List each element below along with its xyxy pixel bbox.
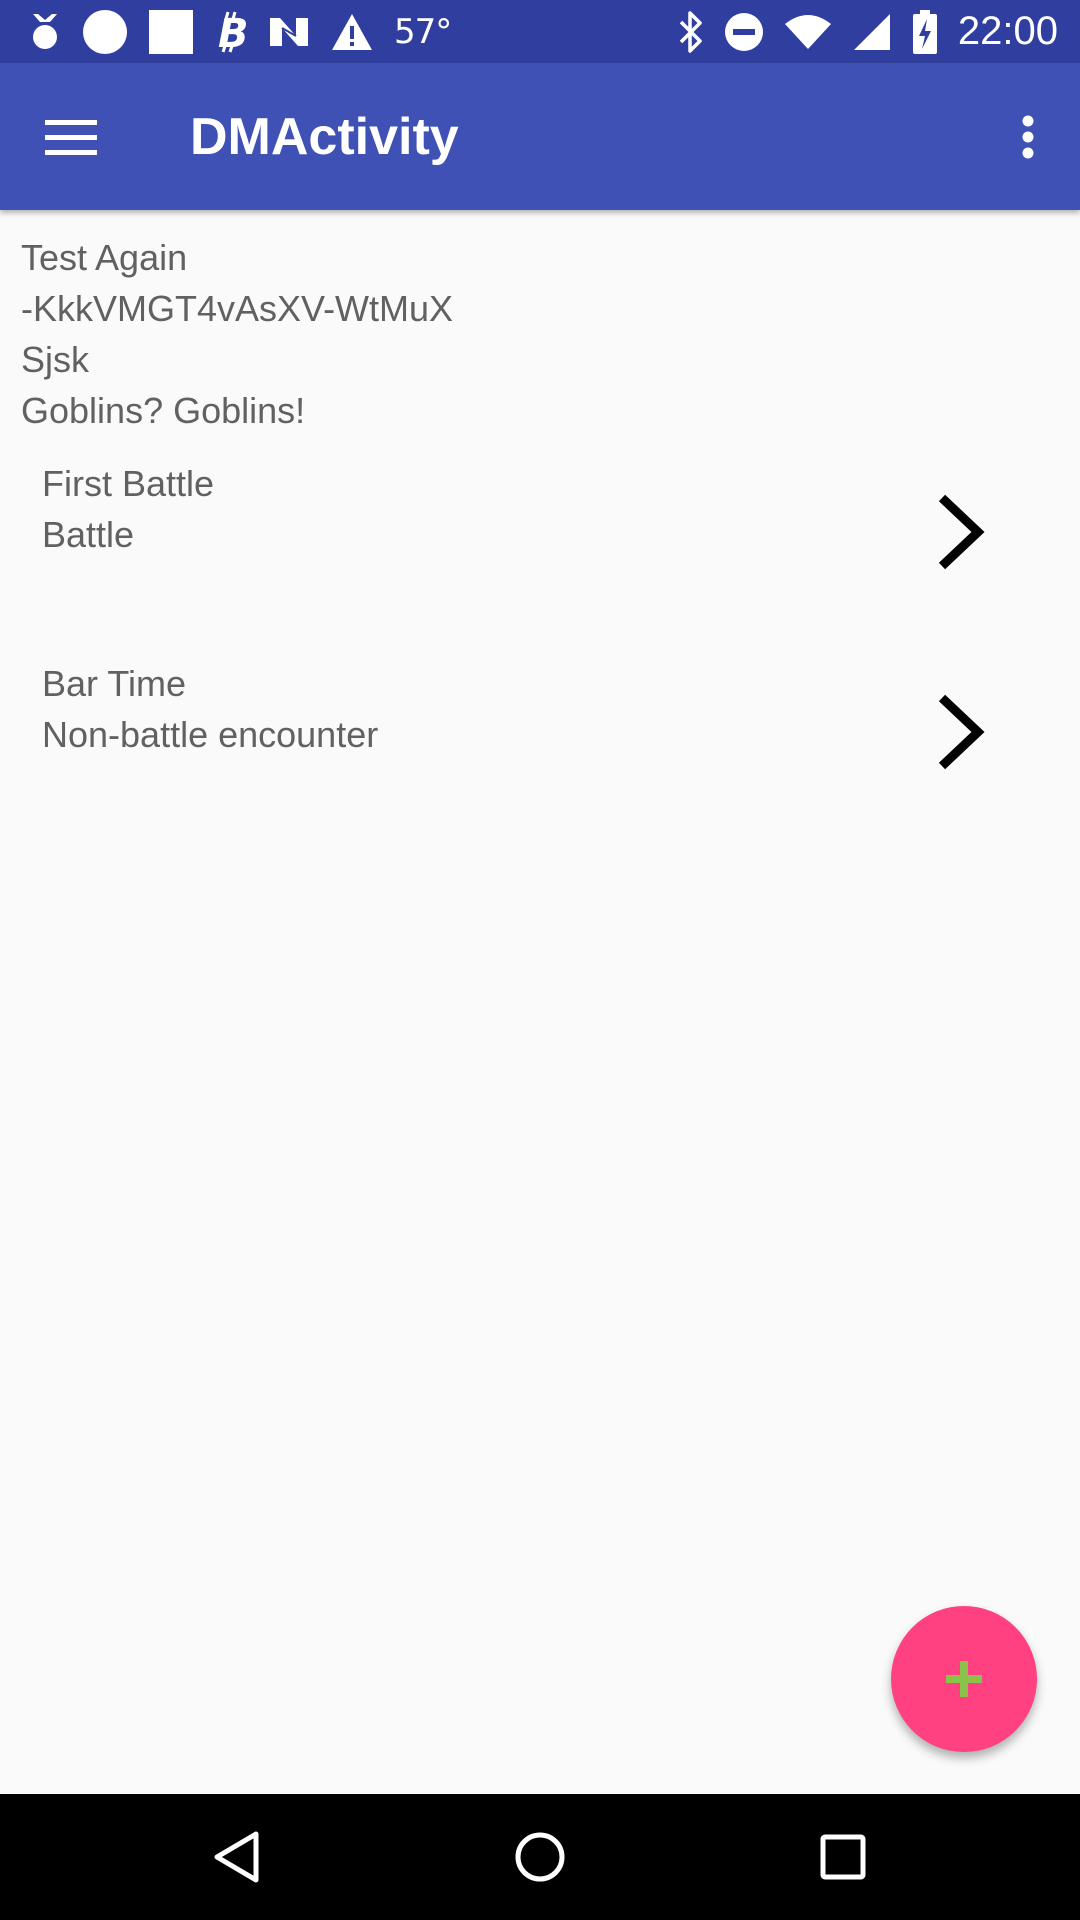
add-encounter-fab[interactable] [891,1606,1037,1752]
encounter-text: First Battle Battle [42,458,214,560]
temperature-text: 57° [394,11,452,52]
encounter-name: First Battle [42,463,215,504]
medal-icon [28,0,62,63]
campaign-name: Test Again [21,237,188,278]
app-bar: DMActivity [0,63,1080,210]
plus-icon [946,1661,982,1697]
status-right-icons: 22:00 [678,0,1058,63]
n-logo-icon [268,0,310,63]
chevron-right-icon[interactable] [925,482,995,582]
encounter-text: Bar Time Non-battle encounter [42,658,378,760]
overflow-menu-button[interactable] [996,100,1060,174]
bitcoin-icon: B [214,0,248,63]
clock-text: 22:00 [957,9,1058,53]
back-icon [214,1831,259,1883]
home-icon [515,1832,565,1882]
signal-icon [852,0,892,63]
bluetooth-icon [678,0,704,63]
system-nav-bar [0,1794,1080,1920]
chevron-right-icon[interactable] [925,682,995,782]
do-not-disturb-icon [724,0,764,63]
square-icon [148,0,194,63]
battery-charging-icon [912,0,938,63]
campaign-line-3: Sjsk [21,339,90,380]
status-left-icons: B 57° [28,0,452,63]
status-bar: B 57° 22:00 [0,0,1080,63]
circle-icon [82,0,128,63]
campaign-info: Test Again -KkkVMGT4vAsXV-WtMuX Sjsk Gob… [21,232,453,436]
encounter-name: Bar Time [42,663,187,704]
hamburger-menu-button[interactable] [34,100,108,174]
recents-icon [820,1834,866,1880]
encounter-list-item[interactable]: First Battle Battle [0,458,1080,608]
encounter-type: Battle [42,514,135,555]
recents-button[interactable] [803,1817,883,1897]
encounter-list-item[interactable]: Bar Time Non-battle encounter [0,658,1080,808]
campaign-line-4: Goblins? Goblins! [21,390,306,431]
wifi-icon [784,0,832,63]
back-button[interactable] [196,1817,276,1897]
home-button[interactable] [500,1817,580,1897]
warning-icon [330,0,374,63]
more-vert-icon [1022,115,1034,159]
page-title: DMActivity [190,108,459,166]
encounter-type: Non-battle encounter [42,714,379,755]
hamburger-menu-icon [45,120,97,155]
campaign-id: -KkkVMGT4vAsXV-WtMuX [21,288,454,329]
